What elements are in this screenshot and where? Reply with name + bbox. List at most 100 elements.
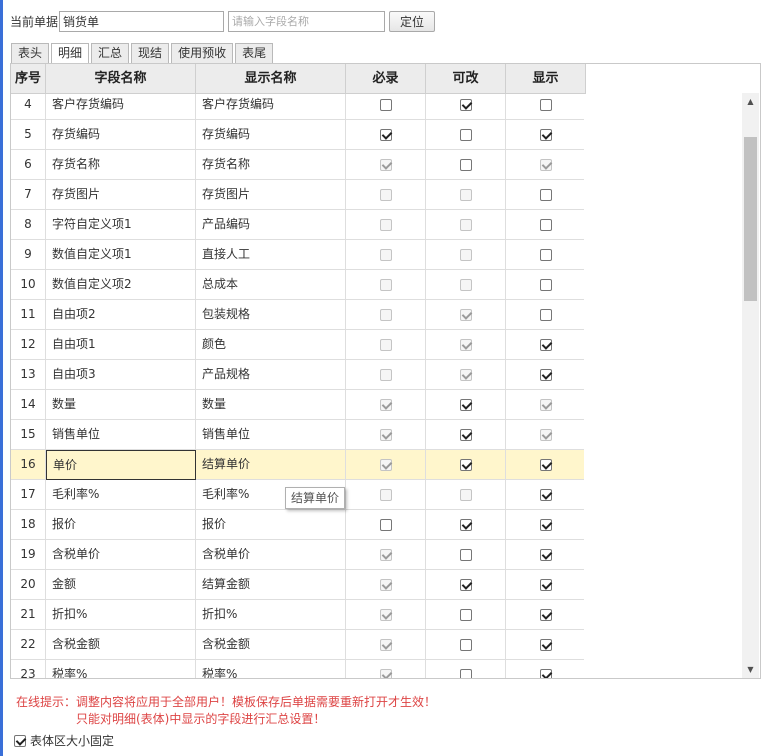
- visible-checkbox[interactable]: [539, 128, 552, 141]
- table-row[interactable]: 12 自由项1 颜色: [11, 330, 584, 360]
- table-row[interactable]: 20 金额 结算金额: [11, 570, 584, 600]
- row-field-name[interactable]: 字符自定义项1: [46, 210, 196, 240]
- row-display-name[interactable]: 存货名称: [196, 150, 346, 180]
- visible-checkbox[interactable]: [539, 608, 552, 621]
- table-row[interactable]: 8 字符自定义项1 产品编码: [11, 210, 584, 240]
- row-field-name[interactable]: 存货名称: [46, 150, 196, 180]
- current-doc-input[interactable]: [59, 10, 225, 32]
- row-field-name[interactable]: 客户存货编码: [46, 94, 196, 120]
- visible-checkbox[interactable]: [539, 548, 552, 561]
- row-field-name[interactable]: 折扣%: [46, 600, 196, 630]
- visible-checkbox[interactable]: [539, 278, 552, 291]
- fixed-size-option[interactable]: 表体区大小固定: [14, 732, 114, 749]
- tab-0[interactable]: 表头: [11, 43, 50, 64]
- row-field-name[interactable]: 自由项3: [46, 360, 196, 390]
- row-display-name[interactable]: 含税单价: [196, 540, 346, 570]
- row-field-name[interactable]: 销售单位: [46, 420, 196, 450]
- editable-checkbox[interactable]: [459, 98, 472, 111]
- row-field-name[interactable]: 存货图片: [46, 180, 196, 210]
- visible-checkbox[interactable]: [539, 218, 552, 231]
- row-display-name[interactable]: 报价: [196, 510, 346, 540]
- row-display-name[interactable]: 存货编码: [196, 120, 346, 150]
- row-display-name[interactable]: 包装规格: [196, 300, 346, 330]
- row-display-name[interactable]: 数量: [196, 390, 346, 420]
- visible-checkbox[interactable]: [539, 248, 552, 261]
- visible-checkbox[interactable]: [539, 368, 552, 381]
- table-row[interactable]: 13 自由项3 产品规格: [11, 360, 584, 390]
- vertical-scrollbar[interactable]: ▲ ▼: [742, 93, 759, 678]
- visible-checkbox[interactable]: [539, 518, 552, 531]
- row-display-name[interactable]: 含税金额: [196, 630, 346, 660]
- row-display-name[interactable]: 产品规格: [196, 360, 346, 390]
- table-row[interactable]: 14 数量 数量: [11, 390, 584, 420]
- visible-checkbox[interactable]: [539, 338, 552, 351]
- editable-checkbox[interactable]: [459, 608, 472, 621]
- tab-5[interactable]: 表尾: [235, 43, 274, 64]
- table-row[interactable]: 16 单价 结算单价: [11, 450, 584, 480]
- table-row[interactable]: 22 含税金额 含税金额: [11, 630, 584, 660]
- row-field-name[interactable]: 税率%: [46, 660, 196, 678]
- row-display-name[interactable]: 客户存货编码: [196, 94, 346, 120]
- table-row[interactable]: 23 税率% 税率%: [11, 660, 584, 678]
- row-field-name[interactable]: 自由项1: [46, 330, 196, 360]
- tab-2[interactable]: 汇总: [91, 43, 130, 64]
- row-display-name[interactable]: 结算金额: [196, 570, 346, 600]
- editable-checkbox[interactable]: [459, 398, 472, 411]
- row-field-name[interactable]: 含税单价: [46, 540, 196, 570]
- row-display-name[interactable]: 产品编码: [196, 210, 346, 240]
- table-row[interactable]: 4 客户存货编码 客户存货编码: [11, 94, 584, 120]
- visible-checkbox[interactable]: [539, 98, 552, 111]
- fixed-size-checkbox[interactable]: [14, 734, 26, 747]
- table-row[interactable]: 10 数值自定义项2 总成本: [11, 270, 584, 300]
- editable-checkbox[interactable]: [459, 578, 472, 591]
- editable-checkbox[interactable]: [459, 428, 472, 441]
- visible-checkbox[interactable]: [539, 188, 552, 201]
- row-display-name[interactable]: 颜色: [196, 330, 346, 360]
- visible-checkbox[interactable]: [539, 488, 552, 501]
- editable-checkbox[interactable]: [459, 158, 472, 171]
- scroll-up-arrow-icon[interactable]: ▲: [742, 93, 759, 110]
- table-row[interactable]: 19 含税单价 含税单价: [11, 540, 584, 570]
- table-row[interactable]: 11 自由项2 包装规格: [11, 300, 584, 330]
- editable-checkbox[interactable]: [459, 128, 472, 141]
- table-row[interactable]: 9 数值自定义项1 直接人工: [11, 240, 584, 270]
- required-checkbox[interactable]: [379, 128, 392, 141]
- editable-checkbox[interactable]: [459, 668, 472, 678]
- scrollbar-thumb[interactable]: [744, 137, 757, 301]
- visible-checkbox[interactable]: [539, 578, 552, 591]
- row-display-name[interactable]: 总成本: [196, 270, 346, 300]
- row-display-name[interactable]: 折扣%: [196, 600, 346, 630]
- row-field-name[interactable]: 数值自定义项2: [46, 270, 196, 300]
- row-display-name[interactable]: 存货图片: [196, 180, 346, 210]
- required-checkbox[interactable]: [379, 518, 392, 531]
- row-field-name[interactable]: 报价: [46, 510, 196, 540]
- tab-4[interactable]: 使用预收: [171, 43, 234, 64]
- row-field-name[interactable]: 数值自定义项1: [46, 240, 196, 270]
- visible-checkbox[interactable]: [539, 458, 552, 471]
- tab-1[interactable]: 明细: [51, 43, 90, 65]
- row-display-name[interactable]: 税率%: [196, 660, 346, 678]
- row-display-name[interactable]: 直接人工: [196, 240, 346, 270]
- row-display-name[interactable]: 销售单位: [196, 420, 346, 450]
- row-field-name[interactable]: 数量: [46, 390, 196, 420]
- row-field-name[interactable]: 单价: [46, 450, 196, 480]
- tab-3[interactable]: 现结: [131, 43, 170, 64]
- table-row[interactable]: 6 存货名称 存货名称: [11, 150, 584, 180]
- table-row[interactable]: 5 存货编码 存货编码: [11, 120, 584, 150]
- row-field-name[interactable]: 自由项2: [46, 300, 196, 330]
- table-row[interactable]: 18 报价 报价: [11, 510, 584, 540]
- visible-checkbox[interactable]: [539, 668, 552, 678]
- editable-checkbox[interactable]: [459, 638, 472, 651]
- row-field-name[interactable]: 毛利率%: [46, 480, 196, 510]
- row-field-name[interactable]: 含税金额: [46, 630, 196, 660]
- table-row[interactable]: 7 存货图片 存货图片: [11, 180, 584, 210]
- row-field-name[interactable]: 金额: [46, 570, 196, 600]
- visible-checkbox[interactable]: [539, 308, 552, 321]
- editable-checkbox[interactable]: [459, 548, 472, 561]
- field-search-input[interactable]: [228, 10, 386, 32]
- scroll-down-arrow-icon[interactable]: ▼: [742, 661, 759, 678]
- editable-checkbox[interactable]: [459, 518, 472, 531]
- table-row[interactable]: 21 折扣% 折扣%: [11, 600, 584, 630]
- required-checkbox[interactable]: [379, 98, 392, 111]
- row-display-name[interactable]: 结算单价: [196, 450, 346, 480]
